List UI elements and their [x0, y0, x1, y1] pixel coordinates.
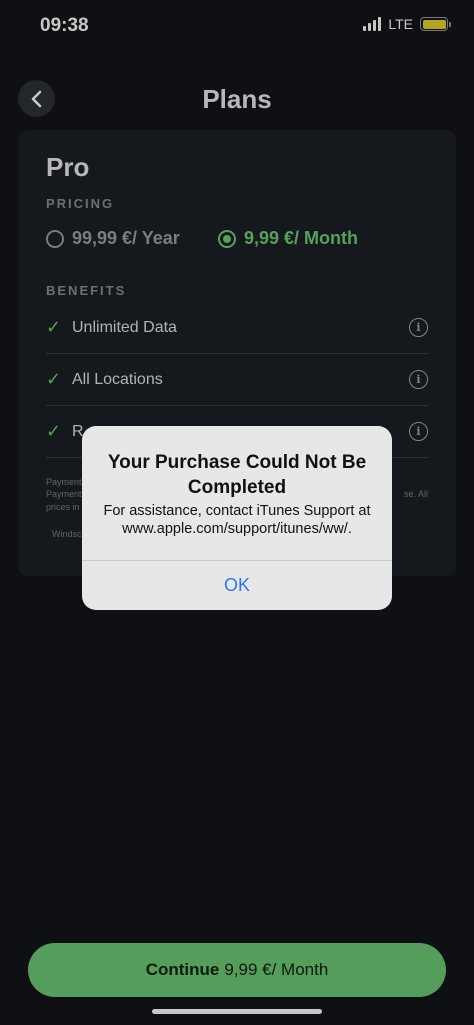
purchase-error-alert: Your Purchase Could Not Be Completed For…: [82, 426, 392, 610]
alert-title: Your Purchase Could Not Be Completed: [107, 452, 367, 498]
alert-message: For assistance, contact iTunes Support a…: [103, 503, 371, 537]
alert-ok-button[interactable]: OK: [82, 561, 392, 610]
plans-screen: 09:38 LTE Plans Pro PRICING 99,99 €/ Yea…: [0, 0, 474, 1025]
